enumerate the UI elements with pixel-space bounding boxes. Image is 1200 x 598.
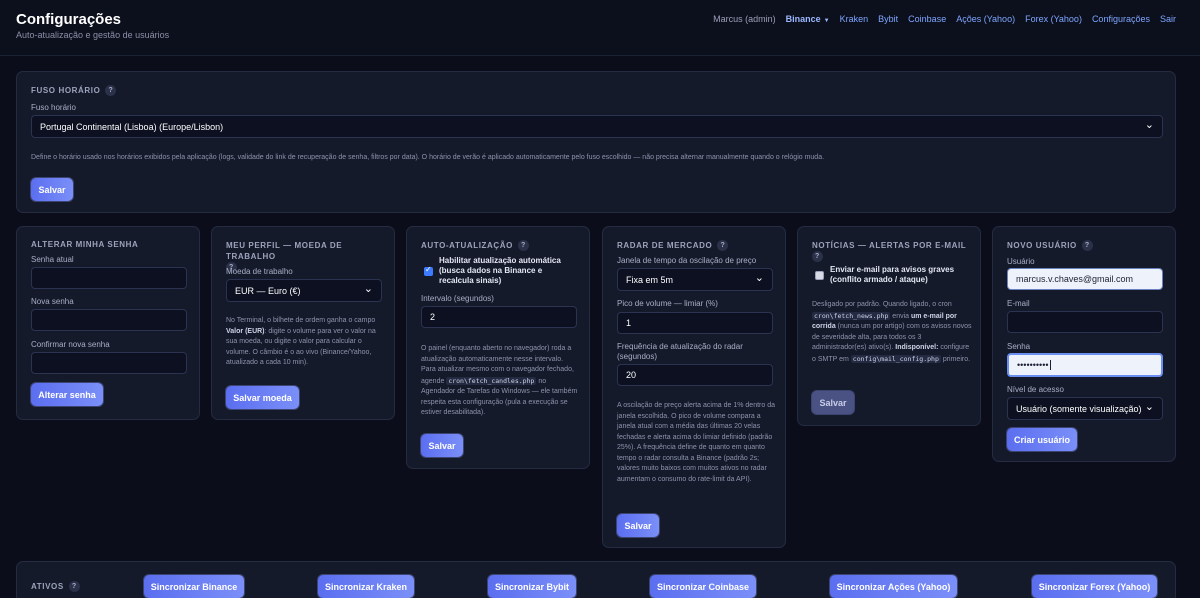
autoupdate-note: O painel (enquanto aberto no navegador) …: [421, 345, 578, 416]
assets-card-title: Ativos?: [31, 581, 80, 592]
app-header: Configurações Auto-atualização e gestão …: [0, 0, 1200, 56]
username-label: Usuário: [1007, 257, 1035, 266]
email-field[interactable]: [1007, 311, 1163, 333]
sync-coinbase-button[interactable]: Sincronizar Coinbase: [650, 575, 756, 598]
nav-sair[interactable]: Sair: [1160, 14, 1176, 24]
news-card-title: Notícias — alertas por e-mail?: [812, 241, 967, 262]
help-icon[interactable]: ?: [1081, 240, 1093, 251]
nav-bybit[interactable]: Bybit: [878, 14, 898, 24]
text-cursor: [1049, 360, 1051, 370]
save-currency-button[interactable]: Salvar moeda: [226, 386, 299, 409]
change-password-button[interactable]: Alterar senha: [31, 383, 103, 406]
nav-configuracoes[interactable]: Configurações: [1092, 14, 1150, 24]
radar-note: A oscilação de preço alerta acima de 1% …: [617, 402, 775, 483]
access-level-select[interactable]: Usuário (somente visualização): [1007, 397, 1163, 420]
confirm-password-field[interactable]: [31, 352, 187, 374]
sync-kraken-button[interactable]: Sincronizar Kraken: [318, 575, 414, 598]
news-email-checkbox-label: Enviar e-mail para avisos graves (confli…: [830, 265, 955, 284]
timezone-card-title: Fuso horário?: [31, 85, 117, 96]
sync-binance-button[interactable]: Sincronizar Binance: [144, 575, 244, 598]
autoupdate-save-button[interactable]: Salvar: [421, 434, 463, 457]
nav-binance[interactable]: Binance ▼: [786, 14, 830, 24]
radar-frequency-field[interactable]: 20: [617, 364, 773, 386]
password-card: Alterar minha senha Senha atual Nova sen…: [16, 226, 200, 420]
new-user-password-field[interactable]: ••••••••••: [1007, 353, 1163, 377]
help-icon[interactable]: ?: [68, 581, 80, 592]
page-subtitle: Auto-atualização e gestão de usuários: [16, 30, 170, 40]
autoupdate-card-title: Auto-atualização?: [421, 240, 529, 251]
currency-select[interactable]: EUR — Euro (€): [226, 279, 382, 302]
currency-note: No Terminal, o bilhete de ordem ganha o …: [226, 317, 376, 366]
timezone-select[interactable]: Portugal Continental (Lisboa) (Europe/Li…: [31, 115, 1163, 138]
radar-frequency-label: Frequência de atualização do radar (segu…: [617, 342, 743, 361]
sync-acoes-yahoo-button[interactable]: Sincronizar Ações (Yahoo): [830, 575, 957, 598]
volume-threshold-label: Pico de volume — limiar (%): [617, 299, 718, 308]
help-icon[interactable]: ?: [812, 251, 823, 262]
interval-field[interactable]: 2: [421, 306, 577, 328]
top-nav: Marcus (admin) Binance ▼ Kraken Bybit Coi…: [713, 14, 1176, 24]
new-user-card: Novo usuário? Usuário marcus.v.chaves@gm…: [992, 226, 1176, 462]
sync-bybit-button[interactable]: Sincronizar Bybit: [488, 575, 576, 598]
timezone-note: Define o horário usado nos horários exib…: [31, 154, 825, 161]
news-card: Notícias — alertas por e-mail? Enviar e-…: [797, 226, 981, 426]
window-label: Janela de tempo da oscilação de preço: [617, 256, 757, 265]
username-field[interactable]: marcus.v.chaves@gmail.com: [1007, 268, 1163, 290]
nav-acoes-yahoo[interactable]: Ações (Yahoo): [956, 14, 1015, 24]
assets-card: Ativos? Sincronizar Binance Sincronizar …: [16, 561, 1176, 598]
radar-card: Radar de mercado? Janela de tempo da osc…: [602, 226, 786, 548]
timezone-label: Fuso horário: [31, 103, 76, 112]
new-password-label: Senha: [1007, 342, 1031, 351]
news-email-checkbox[interactable]: [815, 271, 824, 280]
current-user: Marcus (admin): [713, 14, 776, 24]
page-title: Configurações: [16, 11, 122, 28]
current-password-field[interactable]: [31, 267, 187, 289]
confirm-password-label: Confirmar nova senha: [31, 340, 110, 349]
chevron-down-icon: ▼: [823, 18, 830, 24]
create-user-button[interactable]: Criar usuário: [1007, 428, 1077, 451]
nav-coinbase[interactable]: Coinbase: [908, 14, 946, 24]
volume-threshold-field[interactable]: 1: [617, 312, 773, 334]
nav-forex-yahoo[interactable]: Forex (Yahoo): [1025, 14, 1082, 24]
currency-label: Moeda de trabalho: [226, 267, 293, 276]
access-level-label: Nível de acesso: [1007, 385, 1064, 394]
help-icon[interactable]: ?: [105, 85, 117, 96]
news-note: Desligado por padrão. Quando ligado, o c…: [812, 301, 972, 363]
new-password-label: Nova senha: [31, 297, 74, 306]
current-password-label: Senha atual: [31, 255, 74, 264]
nav-kraken[interactable]: Kraken: [840, 14, 869, 24]
password-card-title: Alterar minha senha: [31, 240, 139, 249]
new-user-card-title: Novo usuário?: [1007, 240, 1093, 251]
email-label: E-mail: [1007, 299, 1030, 308]
new-password-field[interactable]: [31, 309, 187, 331]
interval-label: Intervalo (segundos): [421, 294, 494, 303]
radar-save-button[interactable]: Salvar: [617, 514, 659, 537]
autoupdate-checkbox[interactable]: [424, 265, 433, 276]
timezone-save-button[interactable]: Salvar: [31, 178, 73, 201]
window-select[interactable]: Fixa em 5m: [617, 268, 773, 291]
autoupdate-card: Auto-atualização? Habilitar atualização …: [406, 226, 590, 469]
radar-card-title: Radar de mercado?: [617, 240, 729, 251]
sync-forex-yahoo-button[interactable]: Sincronizar Forex (Yahoo): [1032, 575, 1157, 598]
help-icon[interactable]: ?: [717, 240, 729, 251]
news-save-button[interactable]: Salvar: [812, 391, 854, 414]
autoupdate-checkbox-label: Habilitar atualização automática (busca …: [439, 256, 561, 285]
profile-card: Meu perfil — moeda de trabalho? Moeda de…: [211, 226, 395, 420]
timezone-card: Fuso horário? Fuso horário Portugal Cont…: [16, 71, 1176, 213]
help-icon[interactable]: ?: [517, 240, 529, 251]
